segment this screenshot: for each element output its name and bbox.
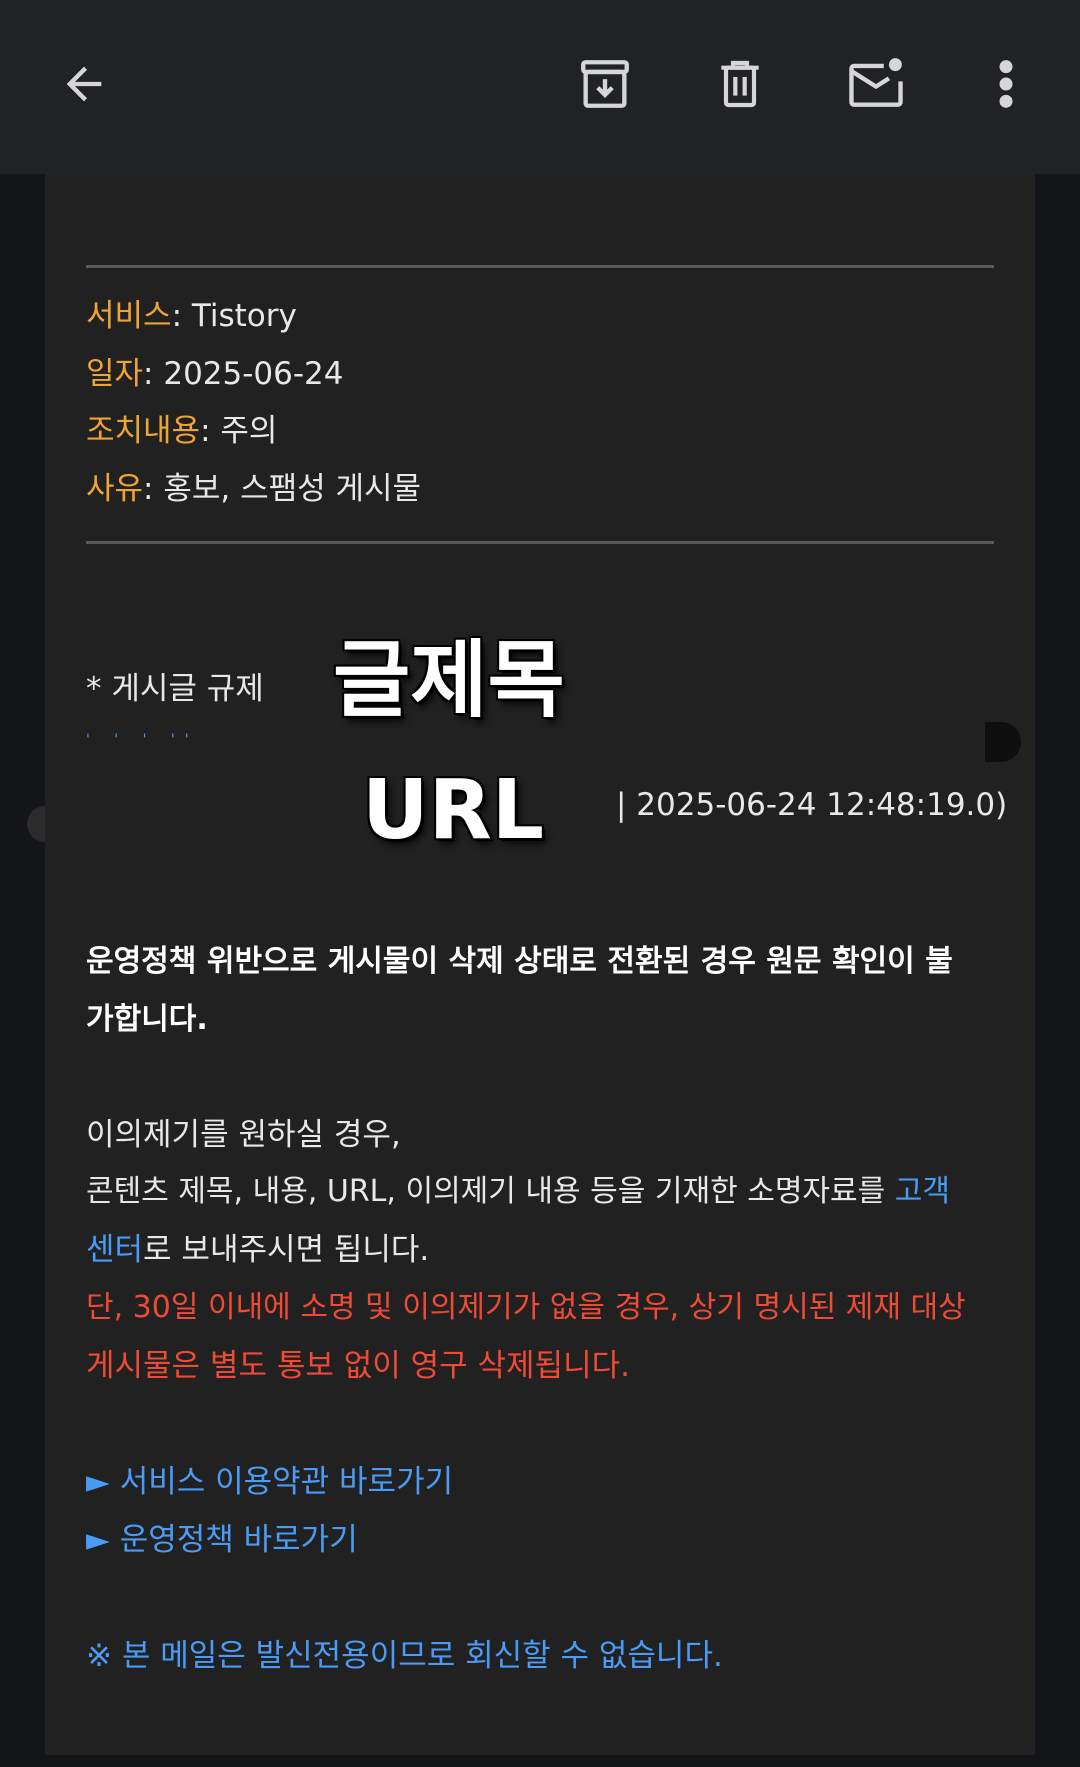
action-label: 조치내용 xyxy=(86,413,201,449)
appeal-line-3: 센터로 보내주시면 됩니다. xyxy=(86,1230,429,1270)
back-arrow-icon[interactable] xyxy=(44,44,124,124)
archive-icon[interactable] xyxy=(565,44,645,124)
bottom-gutter xyxy=(0,1755,1080,1767)
reason-label: 사유 xyxy=(86,471,144,507)
detail-service: 서비스: Tistory xyxy=(86,296,297,336)
trash-icon[interactable] xyxy=(700,44,780,124)
action-value: : 주의 xyxy=(200,413,278,449)
right-gutter xyxy=(1035,174,1080,1767)
appeal-line-2: 콘텐츠 제목, 내용, URL, 이의제기 내용 등을 기재한 소명자료를 고객 xyxy=(86,1172,950,1212)
post-url-overlay: URL xyxy=(362,763,544,858)
warning-line-1: 단, 30일 이내에 소명 및 이의제기가 없을 경우, 상기 명시된 제재 대… xyxy=(86,1290,966,1325)
post-title-overlay: 글제목 xyxy=(333,631,565,729)
left-gutter xyxy=(0,174,45,1767)
date-value: : 2025-06-24 xyxy=(143,356,344,392)
policy-link[interactable]: ► 운영정책 바로가기 xyxy=(86,1520,358,1560)
post-timestamp: | 2025-06-24 12:48:19.0) xyxy=(616,787,1008,823)
warning-line-2: 게시물은 별도 통보 없이 영구 삭제됩니다. xyxy=(86,1348,630,1384)
no-reply-notice: ※ 본 메일은 발신전용이므로 회신할 수 없습니다. xyxy=(86,1638,723,1674)
redacted-link-fragment: ' ' ' '' xyxy=(86,732,199,748)
service-value: : Tistory xyxy=(171,298,297,334)
reason-value: : 홍보, 스팸성 게시물 xyxy=(143,471,422,507)
customer-center-link-a[interactable]: 고객 xyxy=(895,1174,950,1209)
terms-link[interactable]: ► 서비스 이용약관 바로가기 xyxy=(86,1462,453,1502)
detail-action: 조치내용: 주의 xyxy=(86,411,277,451)
appeal-text: 콘텐츠 제목, 내용, URL, 이의제기 내용 등을 기재한 소명자료를 xyxy=(86,1174,895,1209)
top-app-bar xyxy=(0,0,1080,174)
appeal-rest: 로 보내주시면 됩니다. xyxy=(143,1232,430,1268)
more-vert-icon[interactable] xyxy=(966,44,1046,124)
detail-reason: 사유: 홍보, 스팸성 게시물 xyxy=(86,469,421,509)
date-label: 일자 xyxy=(86,356,144,392)
service-label: 서비스 xyxy=(86,298,172,334)
detail-date: 일자: 2025-06-24 xyxy=(86,354,344,394)
divider-bottom xyxy=(86,541,994,544)
divider-top xyxy=(86,265,994,268)
appeal-line-1: 이의제기를 원하실 경우, xyxy=(86,1117,401,1153)
regulation-label: * 게시글 규제 xyxy=(86,671,264,707)
notice-line-1: 운영정책 위반으로 게시물이 삭제 상태로 전환된 경우 원문 확인이 불 xyxy=(86,944,953,979)
customer-center-link-b[interactable]: 센터 xyxy=(86,1232,143,1268)
notice-line-2: 가합니다. xyxy=(86,1002,208,1037)
mark-unread-icon[interactable] xyxy=(836,44,916,124)
